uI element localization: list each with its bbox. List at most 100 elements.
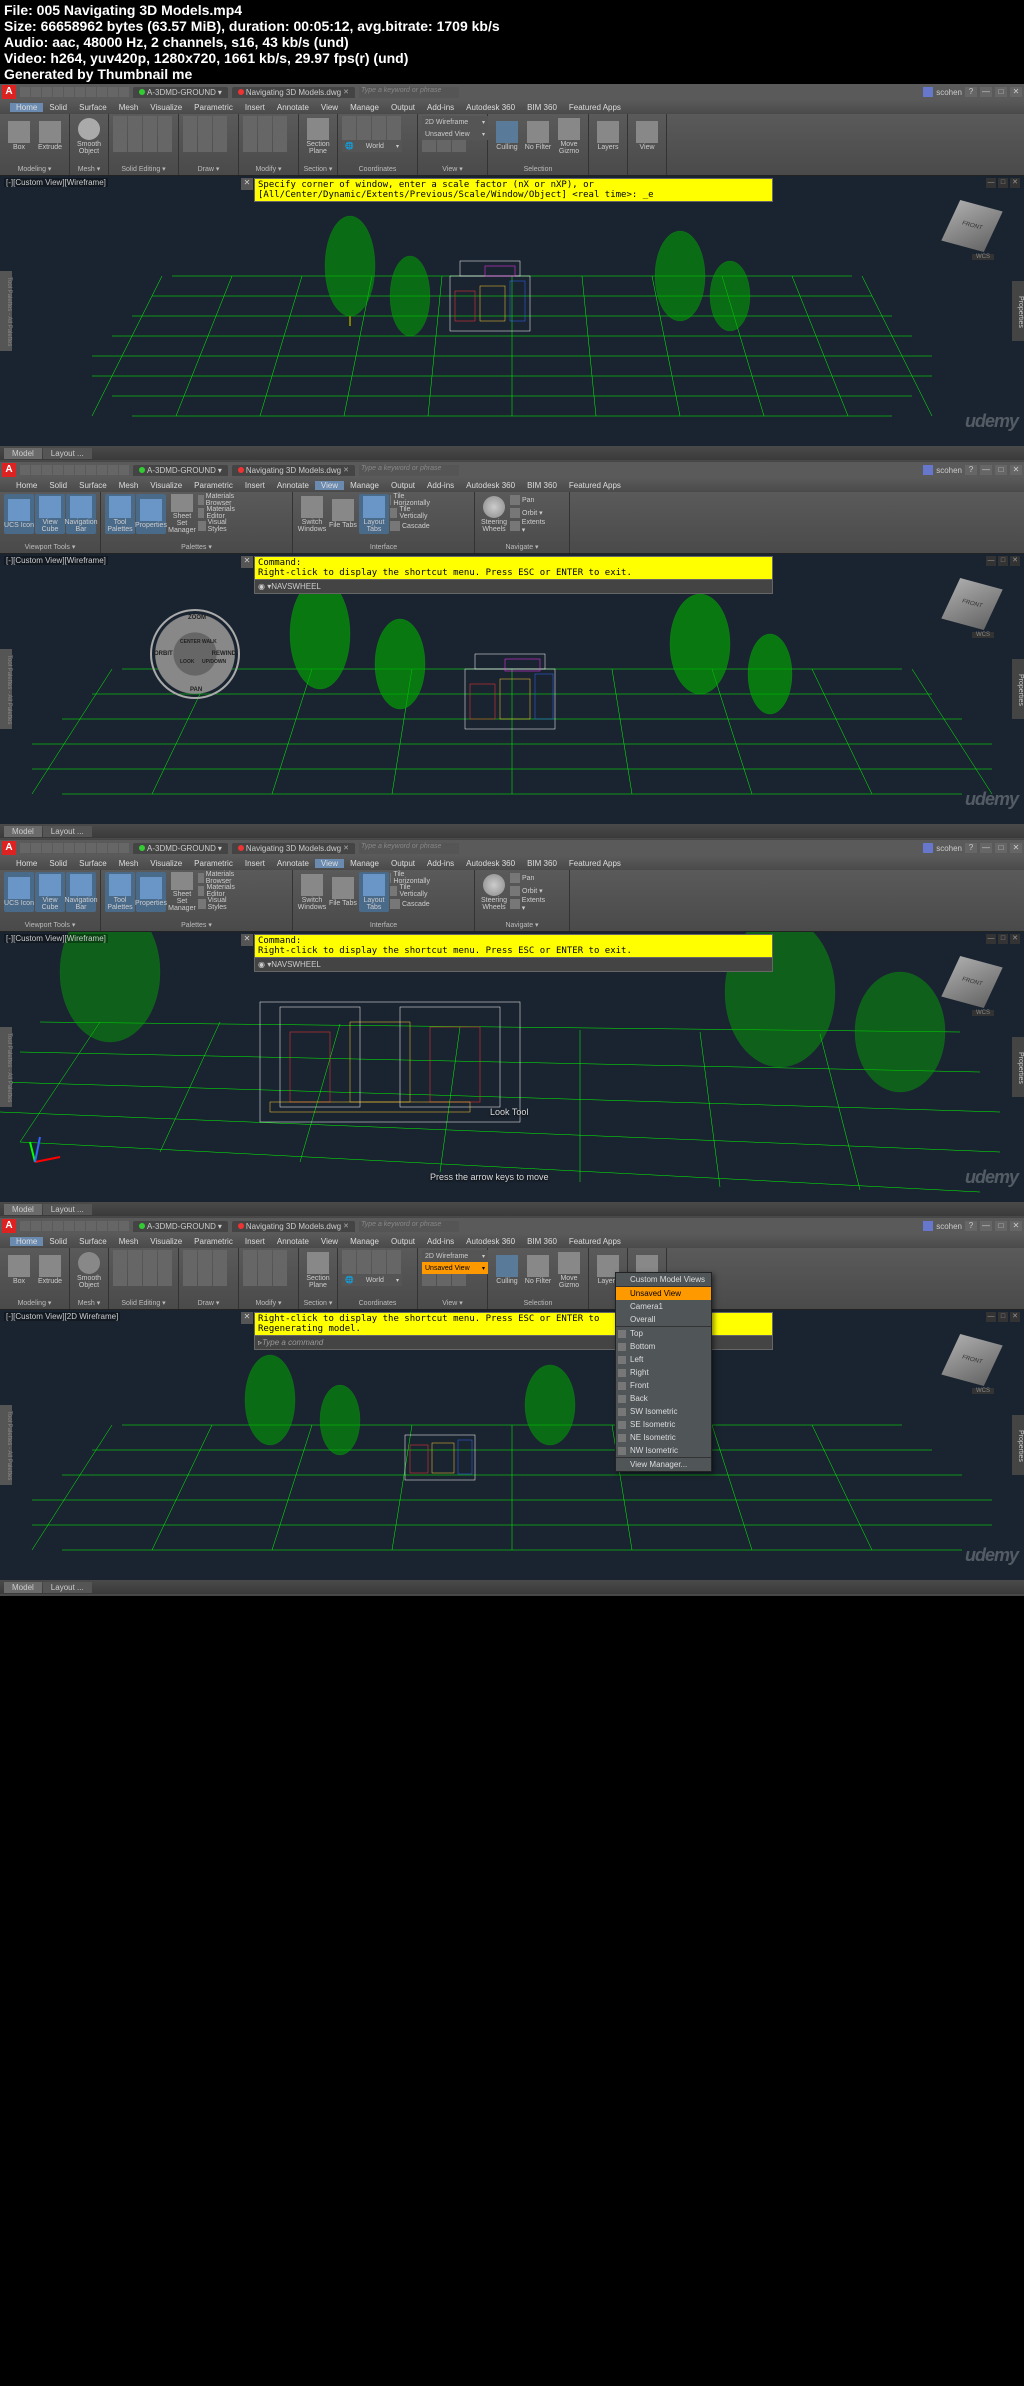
tab-visualize[interactable]: Visualize — [144, 103, 188, 112]
nav-bar-button[interactable]: Navigation Bar — [66, 494, 96, 534]
tool-palettes-button[interactable]: Tool Palettes — [105, 494, 135, 534]
view-button[interactable]: View — [632, 116, 662, 156]
titlebar: A A-3DMD-GROUND▾ Navigating 3D Models.dw… — [0, 84, 1024, 100]
signin-icon[interactable] — [923, 87, 933, 97]
close-button[interactable]: ✕ — [1010, 87, 1022, 97]
world-ucs-combo[interactable]: 🌐World▾ — [342, 140, 402, 152]
sheet-set-button[interactable]: Sheet Set Manager — [167, 494, 197, 534]
materials-editor-button[interactable]: Materials Editor — [198, 507, 238, 519]
menu-back[interactable]: Back — [616, 1392, 711, 1405]
toolpalettes-tab[interactable]: Tool Palettes - All Palettes — [0, 271, 12, 351]
udemy-watermark: udemy — [965, 411, 1018, 432]
ribbon-tabs: Home Solid Surface Mesh Visualize Parame… — [0, 100, 1024, 114]
menu-overall[interactable]: Overall — [616, 1313, 711, 1326]
extrude-button[interactable]: Extrude — [35, 116, 65, 156]
tab-mesh[interactable]: Mesh — [113, 103, 145, 112]
wcs-label[interactable]: WCS — [972, 254, 994, 260]
section-plane-button[interactable]: Section Plane — [303, 116, 333, 156]
visual-style-combo[interactable]: 2D Wireframe▾ — [422, 1250, 488, 1262]
drawing-tab[interactable]: A-3DMD-GROUND▾ — [133, 87, 228, 98]
menu-bottom[interactable]: Bottom — [616, 1340, 711, 1353]
help-search-input[interactable]: Type a keyword or phrase — [359, 87, 459, 98]
menu-unsaved-view[interactable]: Unsaved View — [616, 1287, 711, 1300]
viewport-label[interactable]: [-][Custom View][Wireframe] — [4, 178, 108, 187]
tab-parametric[interactable]: Parametric — [188, 103, 239, 112]
visual-style-combo[interactable]: 2D Wireframe▾ — [422, 116, 488, 128]
tab-annotate[interactable]: Annotate — [271, 103, 315, 112]
ucs-icon-button[interactable]: UCS Icon — [4, 494, 34, 534]
tab-view[interactable]: View — [315, 103, 344, 112]
switch-windows-button[interactable]: Switch Windows — [297, 494, 327, 534]
command-line[interactable]: ✕ Command:Right-click to display the sho… — [254, 934, 773, 972]
username-label[interactable]: scohen — [936, 88, 962, 97]
menu-nw-iso[interactable]: NW Isometric — [616, 1444, 711, 1457]
command-line[interactable]: ✕ Specify corner of window, enter a scal… — [254, 178, 773, 202]
arrow-prompt: Press the arrow keys to move — [430, 1172, 549, 1182]
menu-top[interactable]: Top — [616, 1327, 711, 1340]
menu-right[interactable]: Right — [616, 1366, 711, 1379]
menu-front[interactable]: Front — [616, 1379, 711, 1392]
layout-tabs-button[interactable]: Layout Tabs — [359, 494, 389, 534]
file-tabs-button[interactable]: File Tabs — [328, 494, 358, 534]
pan-button[interactable]: Pan — [510, 494, 550, 506]
menu-se-iso[interactable]: SE Isometric — [616, 1418, 711, 1431]
layers-button[interactable]: Layers — [593, 116, 623, 156]
cmdline-close-icon[interactable]: ✕ — [241, 178, 253, 190]
view-combo-open[interactable]: Unsaved View▾ — [422, 1262, 488, 1274]
view-combo[interactable]: Unsaved View▾ — [422, 128, 488, 140]
viewport[interactable]: [-][Custom View][Wireframe] —□✕ FRONT WC… — [0, 176, 1024, 446]
viewport[interactable]: [-][Custom View][Wireframe] —□✕ FRONT WC… — [0, 932, 1024, 1202]
cascade-button[interactable]: Cascade — [390, 520, 430, 532]
app-icon[interactable]: A — [2, 463, 16, 477]
menu-left[interactable]: Left — [616, 1353, 711, 1366]
viewport-window-controls[interactable]: —□✕ — [986, 178, 1020, 188]
ucs-icon — [25, 1132, 65, 1172]
view-cube-button[interactable]: View Cube — [35, 494, 65, 534]
menu-sw-iso[interactable]: SW Isometric — [616, 1405, 711, 1418]
steering-wheels-button[interactable]: Steering Wheels — [479, 494, 509, 534]
help-icon[interactable]: ? — [965, 87, 977, 97]
materials-browser-button[interactable]: Materials Browser — [198, 494, 238, 506]
menu-custom-views[interactable]: Custom Model Views — [616, 1273, 711, 1286]
culling-button[interactable]: Culling — [492, 116, 522, 156]
titlebar: A A-3DMD-GROUND▾ Navigating 3D Models.dw… — [0, 462, 1024, 478]
properties-palette-tab[interactable]: Properties — [1012, 281, 1024, 341]
menu-ne-iso[interactable]: NE Isometric — [616, 1431, 711, 1444]
quick-access-toolbar[interactable] — [20, 87, 129, 97]
tab-bim360[interactable]: BIM 360 — [521, 103, 563, 112]
tile-horizontally-button[interactable]: Tile Horizontally — [390, 494, 430, 506]
extents-button[interactable]: Extents ▾ — [510, 520, 550, 532]
tab-solid[interactable]: Solid — [43, 103, 73, 112]
model-tab[interactable]: Model — [4, 448, 42, 459]
menu-camera[interactable]: Camera1 — [616, 1300, 711, 1313]
viewport[interactable]: [-][Custom View][Wireframe] —□✕ FRONT WC… — [0, 554, 1024, 824]
viewport[interactable]: [-][Custom View][2D Wireframe] —□✕ FRONT… — [0, 1310, 1024, 1580]
smooth-object-button[interactable]: Smooth Object — [74, 116, 104, 156]
menu-view-manager[interactable]: View Manager... — [616, 1458, 711, 1471]
orbit-button[interactable]: Orbit ▾ — [510, 507, 550, 519]
app-icon[interactable]: A — [2, 85, 16, 99]
box-button[interactable]: Box — [4, 116, 34, 156]
tab-surface[interactable]: Surface — [73, 103, 113, 112]
move-gizmo-button[interactable]: Move Gizmo — [554, 116, 584, 156]
command-line[interactable]: ✕ Command:Right-click to display the sho… — [254, 556, 773, 594]
tab-addins[interactable]: Add-ins — [421, 103, 460, 112]
command-input[interactable]: ◉ ▾ NAVSWHEEL — [254, 580, 773, 594]
tab-manage[interactable]: Manage — [344, 103, 385, 112]
tab-output[interactable]: Output — [385, 103, 421, 112]
maximize-button[interactable]: □ — [995, 87, 1007, 97]
tile-vertically-button[interactable]: Tile Vertically — [390, 507, 430, 519]
minimize-button[interactable]: — — [980, 87, 992, 97]
navigation-wheel[interactable]: ZOOM REWIND PAN ORBIT CENTER WALK LOOK U… — [150, 609, 240, 699]
frame-2: A A-3DMD-GROUND▾ Navigating 3D Models.dw… — [0, 462, 1024, 840]
tab-autodesk360[interactable]: Autodesk 360 — [460, 103, 521, 112]
properties-button[interactable]: Properties — [136, 494, 166, 534]
tab-home[interactable]: Home — [10, 103, 43, 112]
no-filter-button[interactable]: No Filter — [523, 116, 553, 156]
visual-styles-button[interactable]: Visual Styles — [198, 520, 238, 532]
tab-insert[interactable]: Insert — [239, 103, 271, 112]
tab-view[interactable]: View — [315, 481, 344, 490]
document-tab[interactable]: Navigating 3D Models.dwg✕ — [232, 87, 355, 98]
tab-featured[interactable]: Featured Apps — [563, 103, 627, 112]
layout-tab[interactable]: Layout ... — [43, 448, 92, 459]
